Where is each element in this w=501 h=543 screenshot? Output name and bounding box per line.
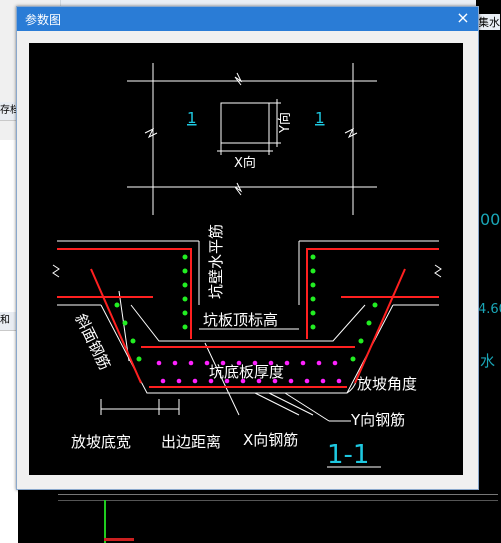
break-symbol-right	[344, 127, 358, 139]
background-right-label-4: 水	[480, 352, 496, 370]
plan-x-label: X向	[234, 155, 256, 171]
slab-top-elevation-label: 坑板顶标高	[203, 311, 278, 329]
y-rebar-label: Y向钢筋	[350, 411, 405, 429]
section-mark-left: 1	[187, 109, 197, 127]
green-rebar-dots	[114, 254, 378, 362]
wall-horizontal-rebar-label: 坑壁水平筋	[207, 224, 225, 299]
plan-y-label: Y向	[277, 112, 293, 134]
background-drawing-area	[18, 486, 501, 543]
edge-distance-label: 出边距离	[161, 433, 221, 451]
background-drawing-strip	[476, 0, 501, 543]
dialog-titlebar[interactable]: 参数图 ×	[17, 7, 478, 31]
bottom-slab-thickness-label: 坑底板厚度	[209, 363, 284, 381]
slope-bottom-width-label: 放坡底宽	[71, 433, 131, 451]
leader-y-rebar	[284, 392, 330, 422]
break-symbol-left	[144, 127, 158, 139]
pit-section-diagram: 1 1 X向 Y向 坑壁水平筋 坑板顶标高 斜面钢筋 坑底板厚度 放坡角度 Y向…	[52, 63, 442, 470]
close-button[interactable]: ×	[454, 9, 472, 27]
slope-angle-label: 放坡角度	[357, 375, 417, 393]
right-slope-rebar	[354, 268, 406, 384]
background-right-label-2: 000	[480, 210, 501, 229]
left-break-mark	[52, 264, 60, 278]
section-title: 1-1	[327, 440, 369, 470]
right-top-rebar	[306, 248, 439, 339]
break-symbol-bottom	[234, 182, 243, 196]
parameter-diagram-dialog: 参数图 × 1 1 X向 Y向 坑壁水平筋 坑板顶标高 斜面钢筋 坑底板厚度 放…	[16, 6, 479, 490]
slope-rebar-label: 斜面钢筋	[71, 311, 113, 373]
background-right-label-1: 集水	[478, 14, 500, 30]
diagram-canvas: 1 1 X向 Y向 坑壁水平筋 坑板顶标高 斜面钢筋 坑底板厚度 放坡角度 Y向…	[29, 43, 463, 475]
leader-x-rebar-2	[254, 392, 300, 416]
right-break-mark	[434, 264, 442, 278]
ucs-y-axis-icon	[104, 500, 106, 543]
ucs-x-axis-icon	[104, 538, 134, 541]
x-rebar-label: X向钢筋	[243, 431, 298, 449]
background-right-label-3: 4.60	[478, 302, 501, 317]
section-mark-right: 1	[315, 109, 325, 127]
break-symbol-top	[234, 72, 243, 86]
dialog-title: 参数图	[25, 13, 62, 27]
plan-pit-rect	[220, 102, 270, 144]
